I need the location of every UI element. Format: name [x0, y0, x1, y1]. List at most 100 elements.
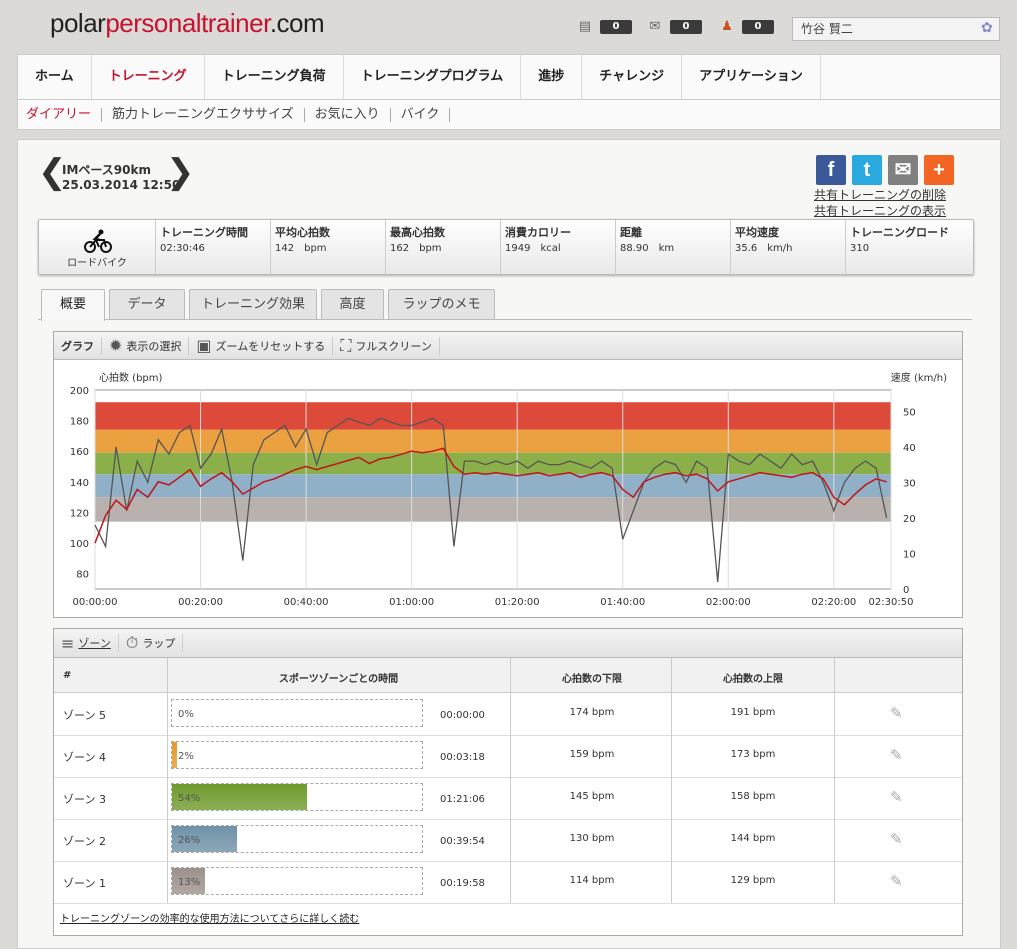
summary-label: 最高心拍数 [390, 226, 445, 239]
column-divider [834, 861, 835, 903]
zone-time: 00:19:58 [440, 878, 485, 889]
zone-hr-lower: 174 bpm [569, 707, 615, 718]
laps-tab[interactable]: ⏱ ラップ [119, 633, 184, 652]
logo-part-3: .com [269, 8, 325, 38]
nav-item-challenge[interactable]: チャレンジ [582, 55, 683, 99]
summary-label: 平均速度 [735, 226, 779, 239]
zones-info-link[interactable]: トレーニングゾーンの効率的な使用方法についてさらに詳しく読む [60, 910, 359, 925]
notes-count: 0 [600, 20, 632, 34]
twitter-share-button[interactable]: t [852, 155, 882, 185]
column-divider [510, 819, 511, 861]
zone-band-1 [95, 497, 891, 522]
facebook-share-button[interactable]: f [816, 155, 846, 185]
zone-percent: 0% [178, 709, 194, 720]
column-divider [167, 819, 168, 861]
addthis-share-button[interactable]: + [924, 155, 954, 185]
nav-item-progress[interactable]: 進捗 [521, 55, 583, 99]
nav-item-training[interactable]: トレーニング [92, 55, 205, 99]
zone-percent: 2% [178, 751, 194, 762]
friends-counter[interactable]: ♟ 0 [720, 20, 774, 34]
summary-training-load: トレーニングロード 310 [845, 220, 973, 274]
y2-tick-label: 10 [903, 549, 916, 560]
tab-altitude[interactable]: 高度 [321, 289, 384, 319]
column-divider [834, 819, 835, 861]
nav-item-home[interactable]: ホーム [18, 55, 92, 99]
zone-rows: ゾーン 5 0% 00:00:00 174 bpm 191 bpm ✎ ゾーン 4 2% 00:… [54, 693, 962, 904]
y2-tick-label: 50 [903, 407, 916, 418]
laps-tab-label: ラップ [142, 637, 176, 650]
summary-value-row: 35.6 km/h [735, 243, 793, 254]
zone-hr-upper: 191 bpm [730, 707, 776, 718]
hr-speed-chart[interactable]: 00:00:00 00:20:00 00:40:00 01:00:00 01:20:00… [54, 360, 962, 616]
y-tick-label: 180 [70, 417, 89, 428]
column-divider [671, 819, 672, 861]
show-share-link[interactable]: 共有トレーニングの表示 [814, 202, 946, 219]
x-tick-label: 01:40:00 [600, 597, 645, 608]
user-menu[interactable]: 竹谷 賢二 ✿ [792, 17, 1000, 41]
subnav-item-bike[interactable]: バイク [391, 107, 451, 122]
summary-label: 消費カロリー [505, 226, 571, 239]
tab-lap-notes[interactable]: ラップのメモ [388, 289, 495, 319]
col-hr-upper: 心拍数の上限 [723, 674, 783, 685]
nav-item-training-load[interactable]: トレーニング負荷 [205, 55, 344, 99]
column-divider [834, 693, 835, 735]
zone-band-5 [95, 402, 891, 430]
messages-counter[interactable]: ✉ 0 [648, 20, 702, 34]
zone-band-4 [95, 429, 891, 453]
zone-bar: 54% [171, 783, 423, 811]
nav-item-applications[interactable]: アプリケーション [682, 55, 821, 99]
gear-icon[interactable]: ✿ [981, 21, 995, 35]
email-share-button[interactable]: ✉ [888, 155, 918, 185]
fullscreen-button[interactable]: ⛶ フルスクリーン [333, 335, 440, 355]
summary-value-row: 88.90 km [620, 243, 674, 254]
tab-training-effect[interactable]: トレーニング効果 [189, 289, 317, 319]
summary-unit: bpm [304, 243, 327, 254]
edit-pencil-icon[interactable]: ✎ [890, 704, 903, 722]
y-tick-label: 200 [70, 386, 89, 397]
zone-percent: 26% [178, 835, 201, 846]
y-tick-label: 120 [70, 508, 89, 519]
y-tick-label: 140 [70, 478, 89, 489]
zones-tab[interactable]: ≡ ゾーン [54, 634, 119, 653]
zone-hr-upper: 144 bpm [730, 833, 776, 844]
select-display-button[interactable]: ✹ 表示の選択 [102, 336, 190, 355]
friends-count: 0 [742, 20, 774, 34]
edit-pencil-icon[interactable]: ✎ [890, 872, 903, 890]
tab-data[interactable]: データ [109, 289, 185, 319]
sport-cell: ロードバイク [39, 220, 156, 274]
y2-tick-label: 30 [903, 478, 916, 489]
reset-zoom-label: ズームをリセットする [215, 339, 326, 353]
edit-pencil-icon[interactable]: ✎ [890, 788, 903, 806]
x-tick-label: 00:20:00 [178, 597, 223, 608]
summary-duration: トレーニング時間 02:30:46 [155, 220, 271, 274]
edit-pencil-icon[interactable]: ✎ [890, 746, 903, 764]
zone-hr-lower: 130 bpm [569, 833, 615, 844]
summary-unit: bpm [419, 243, 442, 254]
notes-counter[interactable]: ▤ 0 [578, 20, 632, 34]
summary-avg-hr: 平均心拍数 142 bpm [270, 220, 386, 274]
column-divider [167, 861, 168, 903]
tab-overview[interactable]: 概要 [41, 289, 105, 321]
delete-share-link[interactable]: 共有トレーニングの削除 [814, 186, 946, 203]
summary-avg-speed: 平均速度 35.6 km/h [730, 220, 846, 274]
x-tick-label: 02:30:50 [869, 597, 914, 608]
subnav-item-diary[interactable]: ダイアリー [26, 107, 103, 122]
column-divider [671, 658, 672, 692]
zone-time: 00:39:54 [440, 836, 485, 847]
x-tick-label: 00:40:00 [284, 597, 329, 608]
zone-name: ゾーン 4 [63, 751, 106, 764]
nav-item-training-program[interactable]: トレーニングプログラム [344, 55, 522, 99]
fullscreen-icon: ⛶ [340, 335, 352, 355]
summary-value: 162 [390, 243, 410, 254]
reset-zoom-button[interactable]: ▣ ズームをリセットする [189, 336, 334, 355]
site-logo[interactable]: polarpersonaltrainer.com [50, 8, 325, 39]
subnav-item-strength[interactable]: 筋力トレーニングエクササイズ [102, 107, 305, 122]
column-divider [510, 735, 511, 777]
y-tick-label: 80 [76, 570, 89, 581]
subnav-item-favorites[interactable]: お気に入り [305, 107, 391, 122]
edit-pencil-icon[interactable]: ✎ [890, 830, 903, 848]
column-divider [834, 777, 835, 819]
zone-name: ゾーン 5 [63, 709, 106, 722]
zone-bar: 0% [171, 699, 423, 727]
summary-label: トレーニング時間 [160, 226, 248, 239]
